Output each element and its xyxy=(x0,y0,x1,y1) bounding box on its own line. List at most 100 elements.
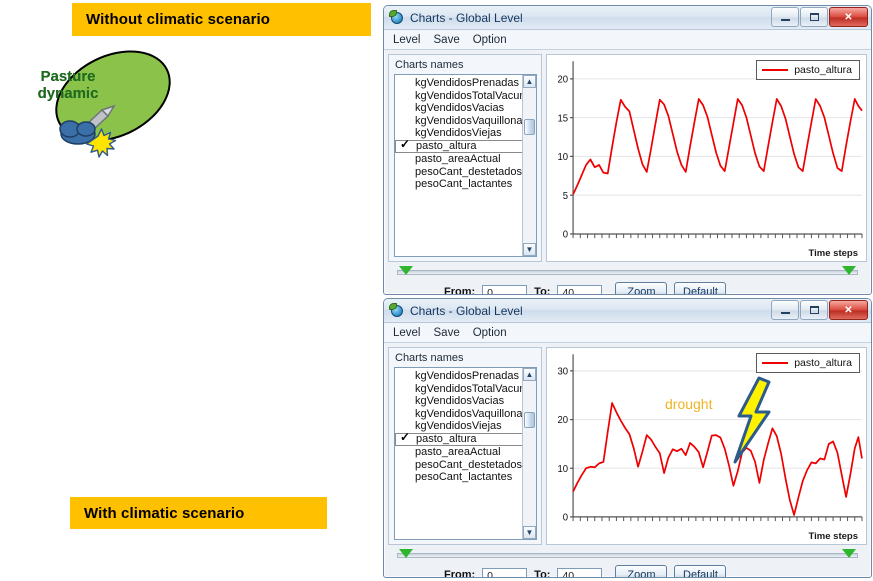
scroll-down-icon[interactable]: ▼ xyxy=(523,243,536,256)
svg-text:30: 30 xyxy=(557,366,568,377)
slider-handle-right[interactable] xyxy=(842,549,856,558)
pasture-diagram-svg xyxy=(10,50,220,160)
to-label: To: xyxy=(534,286,550,295)
legend-label: pasto_altura xyxy=(794,357,852,369)
lightning-bolt-icon xyxy=(729,376,773,464)
from-input[interactable]: 0 xyxy=(482,285,527,296)
scroll-up-icon[interactable]: ▲ xyxy=(523,75,536,88)
chart-plot-2: 0102030 xyxy=(547,348,866,544)
close-button[interactable]: ✕ xyxy=(829,300,868,320)
legend-swatch xyxy=(762,69,788,71)
scrollbar-thumb[interactable] xyxy=(524,412,535,428)
to-input[interactable]: 40 xyxy=(557,568,602,579)
menu-item-level[interactable]: Level xyxy=(393,34,421,46)
list-item[interactable]: pesoCant_destetados xyxy=(395,459,536,472)
charts-names-listbox[interactable]: kgVendidosPrenadas kgVendidosTotalVacuno… xyxy=(394,367,537,540)
charts-names-panel: Charts names kgVendidosPrenadas kgVendid… xyxy=(388,347,542,545)
from-input[interactable]: 0 xyxy=(482,568,527,579)
window-controls[interactable]: ✕ xyxy=(771,7,868,27)
zoom-button[interactable]: Zoom xyxy=(615,282,667,296)
list-item[interactable]: pesoCant_destetados xyxy=(395,166,536,179)
list-item-selected[interactable]: pasto_altura xyxy=(395,433,524,446)
chart-area-1[interactable]: 05101520 pasto_altura Time steps xyxy=(546,54,867,262)
banner-without-climatic-scenario: Without climatic scenario xyxy=(72,3,371,36)
charts-names-title: Charts names xyxy=(389,348,541,367)
drought-annotation-label: drought xyxy=(665,396,712,412)
pasture-dynamic-graphic: Pasture dynamic xyxy=(10,50,220,160)
slider-rail[interactable] xyxy=(397,270,858,275)
legend-swatch xyxy=(762,362,788,364)
titlebar[interactable]: Charts - Global Level ✕ xyxy=(384,299,871,323)
charts-window-with-scenario[interactable]: Charts - Global Level ✕ Level Save Optio… xyxy=(383,298,872,578)
window-title: Charts - Global Level xyxy=(410,304,523,318)
to-label: To: xyxy=(534,569,550,578)
list-item[interactable]: kgVendidosVaquillonas xyxy=(395,115,536,128)
chart-legend-1: pasto_altura xyxy=(756,60,860,80)
zoom-button[interactable]: Zoom xyxy=(615,565,667,579)
list-item[interactable]: pasto_areaActual xyxy=(395,153,536,166)
chart-area-2[interactable]: 0102030 drought pasto_altura Time steps xyxy=(546,347,867,545)
list-item[interactable]: pasto_areaActual xyxy=(395,446,536,459)
close-button[interactable]: ✕ xyxy=(829,7,868,27)
titlebar[interactable]: Charts - Global Level ✕ xyxy=(384,6,871,30)
list-item[interactable]: kgVendidosVacias xyxy=(395,395,536,408)
svg-text:0: 0 xyxy=(563,512,569,523)
menubar[interactable]: Level Save Option xyxy=(384,323,871,343)
banner-with-climatic-scenario: With climatic scenario xyxy=(70,497,327,529)
list-item[interactable]: kgVendidosViejas xyxy=(395,420,536,433)
svg-text:10: 10 xyxy=(557,152,568,163)
window-controls[interactable]: ✕ xyxy=(771,300,868,320)
range-slider-1[interactable] xyxy=(397,266,858,279)
scroll-up-icon[interactable]: ▲ xyxy=(523,368,536,381)
bottom-controls-2: From: 0 To: 40 Zoom Default xyxy=(384,549,871,578)
menu-item-option[interactable]: Option xyxy=(473,327,507,339)
svg-text:20: 20 xyxy=(557,74,568,85)
menubar[interactable]: Level Save Option xyxy=(384,30,871,50)
list-item[interactable]: kgVendidosVacias xyxy=(395,102,536,115)
window-title: Charts - Global Level xyxy=(410,11,523,25)
minimize-button[interactable] xyxy=(771,7,799,27)
default-button[interactable]: Default xyxy=(674,282,726,296)
list-item[interactable]: kgVendidosPrenadas xyxy=(395,77,536,90)
bottom-controls-1: From: 0 To: 40 Zoom Default xyxy=(384,266,871,295)
scrollbar-thumb[interactable] xyxy=(524,119,535,135)
list-item[interactable]: pesoCant_lactantes xyxy=(395,178,536,191)
charts-names-listbox[interactable]: kgVendidosPrenadas kgVendidosTotalVacuno… xyxy=(394,74,537,257)
range-inputs-2: From: 0 To: 40 Zoom Default xyxy=(389,564,866,578)
cloud-icon xyxy=(60,121,95,144)
maximize-button[interactable] xyxy=(800,7,828,27)
list-item[interactable]: kgVendidosViejas xyxy=(395,127,536,140)
slider-handle-left[interactable] xyxy=(399,549,413,558)
listbox-scrollbar[interactable]: ▲ ▼ xyxy=(522,368,536,539)
list-item[interactable]: kgVendidosVaquillonas xyxy=(395,408,536,421)
default-button[interactable]: Default xyxy=(674,565,726,579)
menu-item-level[interactable]: Level xyxy=(393,327,421,339)
globe-leaf-icon xyxy=(390,10,405,25)
charts-names-panel: Charts names kgVendidosPrenadas kgVendid… xyxy=(388,54,542,262)
listbox-scrollbar[interactable]: ▲ ▼ xyxy=(522,75,536,256)
range-slider-2[interactable] xyxy=(397,549,858,562)
banner-bottom-label: With climatic scenario xyxy=(84,505,244,522)
minimize-button[interactable] xyxy=(771,300,799,320)
slider-handle-left[interactable] xyxy=(399,266,413,275)
to-input[interactable]: 40 xyxy=(557,285,602,296)
list-item-selected[interactable]: pasto_altura xyxy=(395,140,524,153)
svg-text:0: 0 xyxy=(563,229,569,240)
maximize-button[interactable] xyxy=(800,300,828,320)
list-item[interactable]: pesoCant_lactantes xyxy=(395,471,536,484)
menu-item-option[interactable]: Option xyxy=(473,34,507,46)
globe-leaf-icon xyxy=(390,303,405,318)
list-item[interactable]: kgVendidosTotalVacuno xyxy=(395,90,536,103)
menu-item-save[interactable]: Save xyxy=(434,327,460,339)
list-item[interactable]: kgVendidosPrenadas xyxy=(395,370,536,383)
slider-handle-right[interactable] xyxy=(842,266,856,275)
chart-plot-1: 05101520 xyxy=(547,55,866,261)
menu-item-save[interactable]: Save xyxy=(434,34,460,46)
scroll-down-icon[interactable]: ▼ xyxy=(523,526,536,539)
svg-text:15: 15 xyxy=(557,113,568,124)
list-item[interactable]: kgVendidosTotalVacuno xyxy=(395,383,536,396)
charts-window-without-scenario[interactable]: Charts - Global Level ✕ Level Save Optio… xyxy=(383,5,872,295)
window-body: Charts names kgVendidosPrenadas kgVendid… xyxy=(384,50,871,266)
slider-rail[interactable] xyxy=(397,553,858,558)
from-label: From: xyxy=(444,569,475,578)
